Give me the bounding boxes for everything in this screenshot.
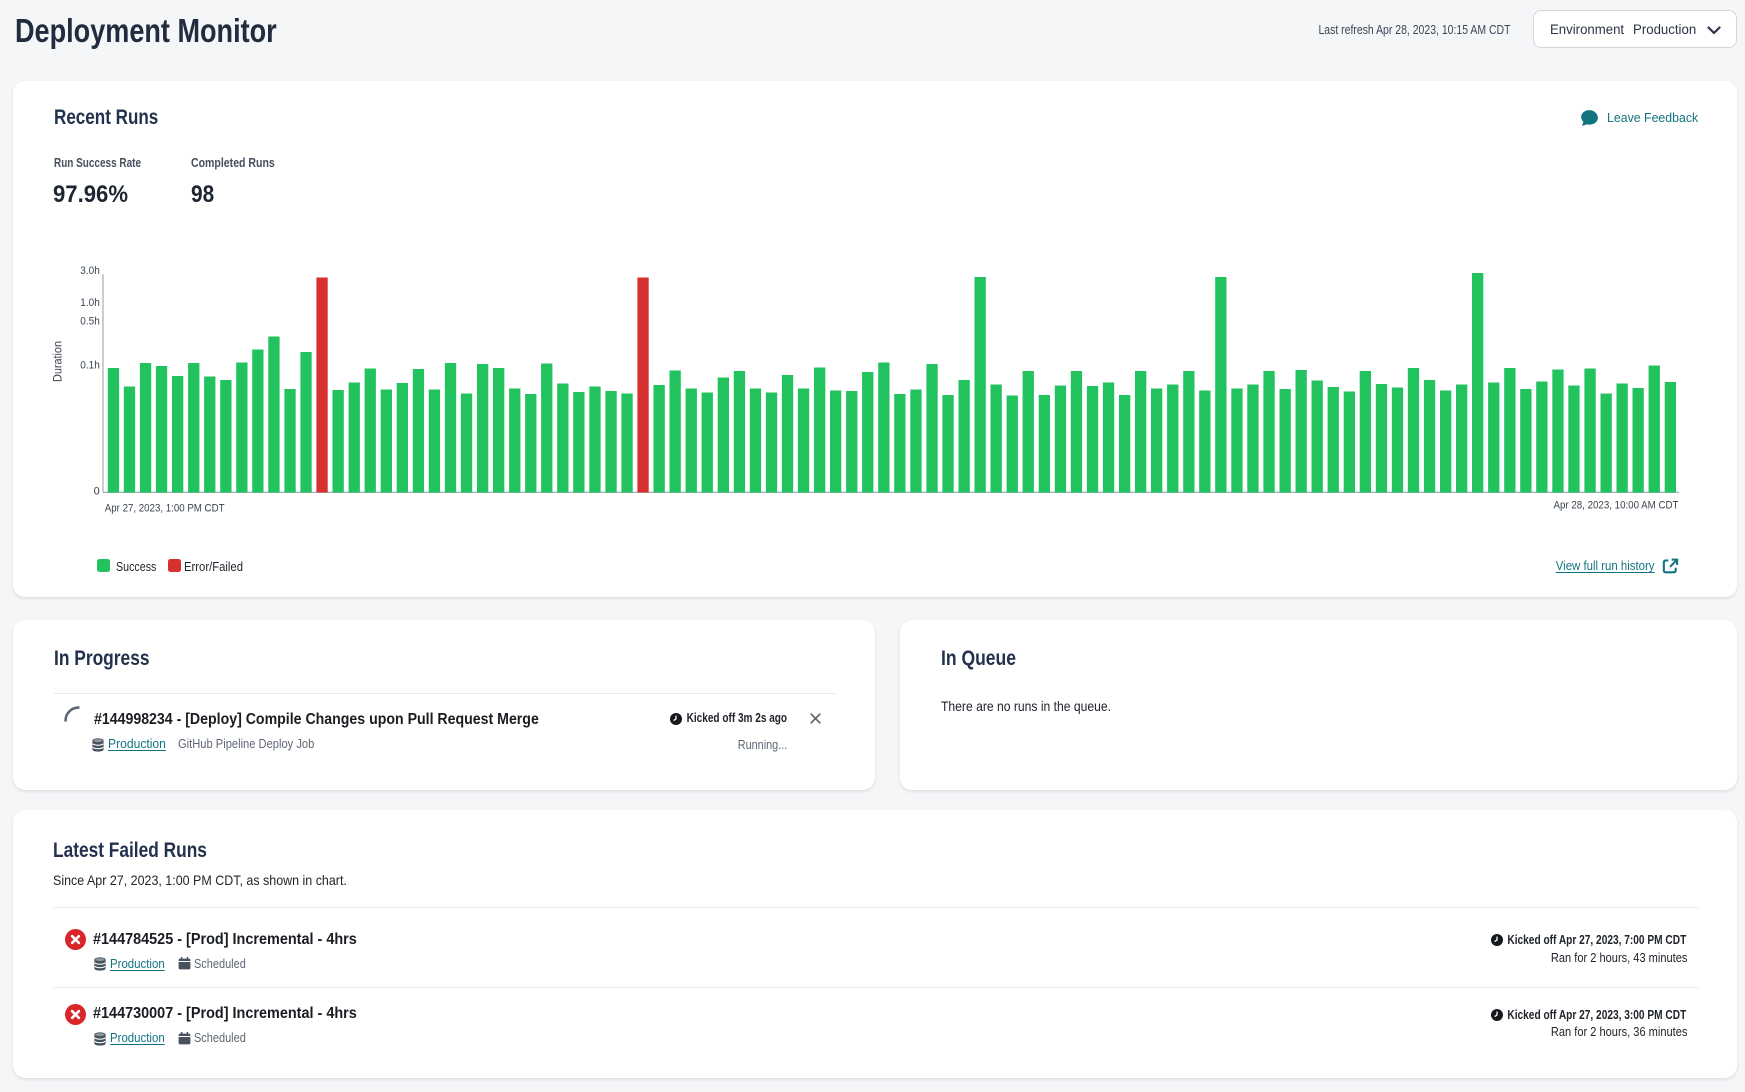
- svg-text:Apr 27, 2023, 1:00 PM CDT: Apr 27, 2023, 1:00 PM CDT: [105, 503, 225, 515]
- svg-text:0.5h: 0.5h: [80, 316, 100, 328]
- svg-text:0: 0: [94, 485, 100, 497]
- svg-text:3.0h: 3.0h: [80, 265, 100, 277]
- svg-text:Duration: Duration: [53, 341, 65, 382]
- svg-text:Apr 28, 2023, 10:00 AM CDT: Apr 28, 2023, 10:00 AM CDT: [1554, 500, 1679, 512]
- svg-text:0.1h: 0.1h: [80, 360, 100, 372]
- svg-text:1.0h: 1.0h: [80, 297, 100, 309]
